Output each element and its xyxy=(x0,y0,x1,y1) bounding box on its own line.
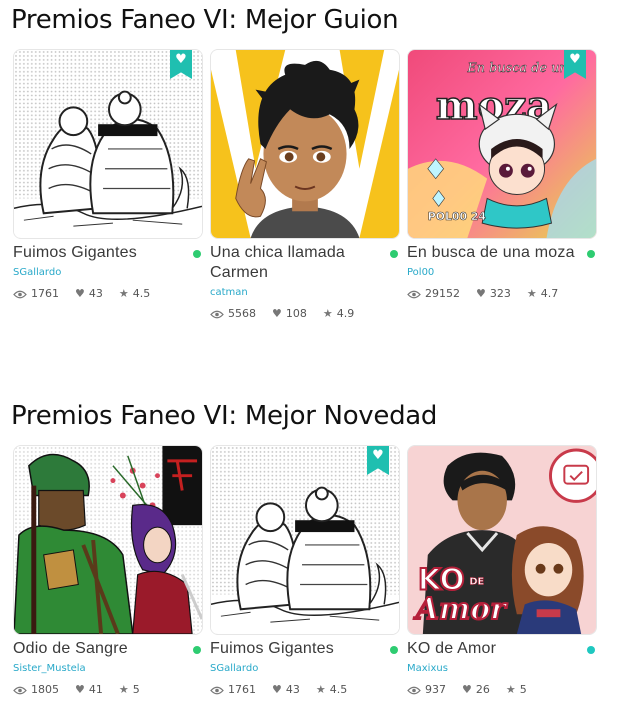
rating-value: 5 xyxy=(132,683,140,696)
eye-icon xyxy=(13,290,27,298)
cover-text-top: En busca de una xyxy=(466,61,575,76)
comic-author[interactable]: Pol00 xyxy=(407,266,597,280)
comic-card[interactable]: En busca de una moza POL00 24 ♥ En busca… xyxy=(407,49,597,301)
star-icon: ★ xyxy=(118,683,129,696)
status-dot xyxy=(193,250,201,258)
star-icon: ★ xyxy=(118,287,129,300)
comic-author[interactable]: Maxixus xyxy=(407,662,597,676)
eye-icon xyxy=(13,686,27,694)
eye-icon xyxy=(210,686,224,694)
star-icon: ★ xyxy=(315,683,326,696)
heart-icon: ♥ xyxy=(272,683,282,696)
comic-cover[interactable]: KO DE Amor xyxy=(407,445,597,635)
views-count: 937 xyxy=(425,683,446,696)
star-icon: ★ xyxy=(322,307,333,320)
comic-title[interactable]: Odio de Sangre xyxy=(13,639,187,659)
likes-count: 108 xyxy=(285,307,307,320)
rating-value: 5 xyxy=(519,683,527,696)
comic-title[interactable]: KO de Amor xyxy=(407,639,581,659)
rating-value: 4.9 xyxy=(336,307,355,320)
comic-stats: 1761 ♥ 43 ★ 4.5 xyxy=(13,287,203,301)
comic-author[interactable]: Sister_Mustela xyxy=(13,662,203,676)
views-count: 1805 xyxy=(31,683,59,696)
comic-cover[interactable]: ♥ xyxy=(210,445,400,635)
comic-cover[interactable] xyxy=(13,445,203,635)
status-dot xyxy=(587,646,595,654)
likes-count: 43 xyxy=(285,683,300,696)
comic-stats: 1761 ♥ 43 ★ 4.5 xyxy=(210,683,400,697)
status-dot xyxy=(193,646,201,654)
views-count: 5568 xyxy=(228,307,256,320)
comic-title[interactable]: Fuimos Gigantes xyxy=(13,243,187,263)
comic-card[interactable]: ♥ Fuimos Gigantes SGallardo 1761 ♥ 43 ★ … xyxy=(210,445,400,697)
eye-icon xyxy=(210,310,224,318)
heart-icon: ♥ xyxy=(476,287,486,300)
likes-count: 43 xyxy=(88,287,103,300)
star-icon: ★ xyxy=(505,683,516,696)
comic-cover[interactable] xyxy=(210,49,400,239)
eye-icon xyxy=(407,686,421,694)
heart-icon: ♥ xyxy=(75,683,85,696)
rating-value: 4.5 xyxy=(132,287,151,300)
cover-art-fuimos-gigantes xyxy=(211,446,399,634)
comic-stats: 937 ♥ 26 ★ 5 xyxy=(407,683,597,697)
views-count: 29152 xyxy=(425,287,460,300)
likes-count: 41 xyxy=(88,683,103,696)
eye-icon xyxy=(407,290,421,298)
comic-stats: 5568 ♥ 108 ★ 4.9 xyxy=(210,307,400,321)
cover-art-una-chica-llamada-carmen xyxy=(211,50,399,238)
comic-author[interactable]: SGallardo xyxy=(13,266,203,280)
comic-stats: 1805 ♥ 41 ★ 5 xyxy=(13,683,203,697)
views-count: 1761 xyxy=(31,287,59,300)
comic-author[interactable]: SGallardo xyxy=(210,662,400,676)
comic-card[interactable]: ♥ Fuimos Gigantes SGallardo 1761 ♥ 43 ★ … xyxy=(13,49,203,301)
cover-signature: POL00 24 xyxy=(428,210,487,223)
comic-author[interactable]: catman xyxy=(210,286,400,300)
section-title-mejor-guion: Premios Faneo VI: Mejor Guion xyxy=(11,5,399,35)
likes-count: 26 xyxy=(475,683,490,696)
heart-icon: ♥ xyxy=(462,683,472,696)
status-dot xyxy=(390,646,398,654)
comic-stats: 29152 ♥ 323 ★ 4.7 xyxy=(407,287,597,301)
cover-text-de: DE xyxy=(469,577,484,588)
section-title-mejor-novedad: Premios Faneo VI: Mejor Novedad xyxy=(11,401,438,431)
rating-value: 4.5 xyxy=(329,683,348,696)
cover-art-en-busca-de-una-moza: En busca de una moza POL00 24 xyxy=(408,50,596,238)
cover-art-ko-de-amor: KO DE Amor xyxy=(408,446,596,634)
views-count: 1761 xyxy=(228,683,256,696)
comic-title[interactable]: En busca de una moza xyxy=(407,243,581,263)
status-dot xyxy=(587,250,595,258)
cover-art-fuimos-gigantes xyxy=(14,50,202,238)
rating-value: 4.7 xyxy=(540,287,559,300)
comic-title[interactable]: Una chica llamada Carmen xyxy=(210,243,384,283)
status-dot xyxy=(390,250,398,258)
cover-art-odio-de-sangre xyxy=(14,446,202,634)
comic-cover[interactable]: ♥ xyxy=(13,49,203,239)
heart-icon: ♥ xyxy=(75,287,85,300)
comic-card[interactable]: Odio de Sangre Sister_Mustela 1805 ♥ 41 … xyxy=(13,445,203,697)
comic-cover[interactable]: En busca de una moza POL00 24 ♥ xyxy=(407,49,597,239)
cover-text-amor: Amor xyxy=(413,591,508,626)
likes-count: 323 xyxy=(489,287,511,300)
comic-card[interactable]: Una chica llamada Carmen catman 5568 ♥ 1… xyxy=(210,49,400,321)
comic-card[interactable]: KO DE Amor KO de Amor Maxixus 937 ♥ 26 ★… xyxy=(407,445,597,697)
comic-title[interactable]: Fuimos Gigantes xyxy=(210,639,384,659)
star-icon: ★ xyxy=(526,287,537,300)
heart-icon: ♥ xyxy=(272,307,282,320)
